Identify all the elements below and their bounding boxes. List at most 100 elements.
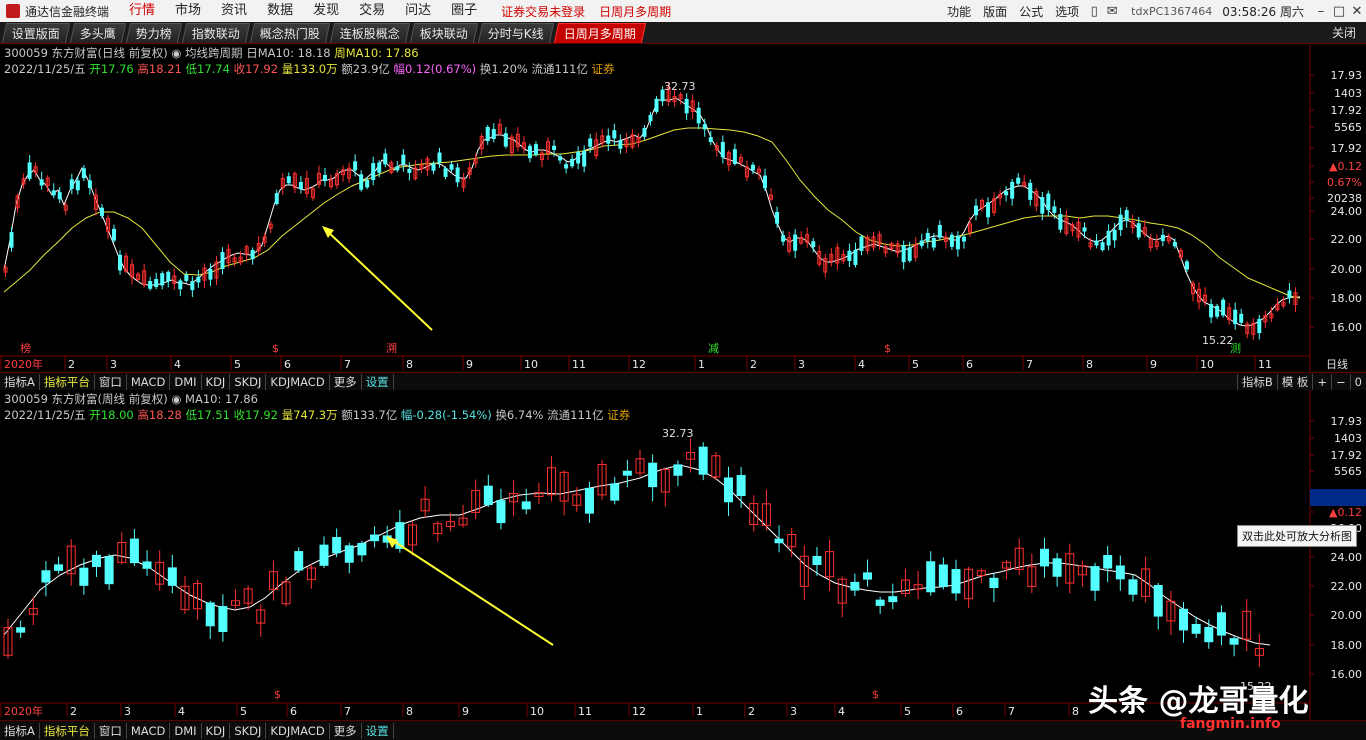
candle-body	[1039, 548, 1049, 567]
candle-body	[205, 602, 215, 627]
top-ind-more[interactable]: 更多	[330, 373, 362, 390]
zoom-in-button[interactable]: +	[1312, 373, 1331, 390]
top-ind-settings[interactable]: 设置	[362, 373, 394, 390]
date-label: 10	[524, 358, 538, 371]
date-label: 5	[234, 358, 241, 371]
candle-body	[359, 174, 364, 190]
bottom-ind-kdjmacd[interactable]: KDJMACD	[266, 722, 330, 739]
candle-body	[949, 234, 954, 247]
date-label: 12	[632, 358, 646, 371]
bottom-indicator-settings-icon[interactable]: ◉	[171, 392, 181, 406]
top-period-label[interactable]: 日线	[1326, 357, 1348, 371]
top-ind-dmi[interactable]: DMI	[170, 373, 202, 390]
top-ind-a[interactable]: 指标A	[0, 373, 40, 390]
price-axis-label: 24.00	[1331, 551, 1363, 564]
candle-body	[1191, 623, 1201, 634]
ind-b-button[interactable]: 指标B	[1236, 373, 1277, 390]
top-ind-platform[interactable]: 指标平台	[40, 373, 95, 390]
date-label: 8	[406, 358, 413, 371]
zoom-out-button[interactable]: −	[1331, 373, 1350, 390]
candle-body	[395, 166, 400, 171]
candle-body	[926, 561, 936, 593]
bottom-turnover: 换6.74%	[495, 408, 544, 422]
candle-body	[1046, 193, 1051, 211]
candle-body	[377, 162, 382, 173]
candle-body	[901, 245, 906, 263]
candle-body	[16, 627, 26, 633]
top-ind-skdj[interactable]: SKDJ	[230, 373, 267, 390]
date-label: 2	[68, 358, 75, 371]
weekly-candles	[3, 438, 1264, 667]
candle-body	[104, 556, 114, 585]
candle-body	[75, 180, 80, 191]
candle-body	[925, 232, 930, 242]
candle-body	[353, 161, 358, 171]
candle-body	[1010, 181, 1015, 199]
candle-body	[112, 228, 117, 241]
bottom-ind-kdj[interactable]: KDJ	[202, 722, 231, 739]
bottom-ind-window[interactable]: 窗口	[95, 722, 127, 739]
date-label: 6	[290, 705, 297, 718]
candle-body	[1179, 608, 1189, 631]
date-label: 3	[124, 705, 131, 718]
bottom-marker-2[interactable]: $	[872, 688, 879, 701]
candle-body	[811, 241, 816, 248]
template-button[interactable]: 模 板	[1276, 373, 1313, 390]
candle-body	[1160, 234, 1165, 242]
candle-body	[443, 168, 448, 177]
chart-canvas[interactable]: 17.93140317.92556517.92▲0.120.67%2023824…	[0, 0, 1366, 740]
candle-body	[1004, 191, 1009, 196]
bottom-ma-value: MA10: 17.86	[185, 392, 258, 406]
date-label: 11	[1258, 358, 1272, 371]
bottom-ind-platform[interactable]: 指标平台	[40, 722, 95, 739]
candle-body	[51, 190, 56, 196]
candle-body	[365, 180, 370, 188]
candle-body	[1124, 210, 1129, 221]
candle-body	[1082, 227, 1087, 232]
watermark: 头条 @龙哥量化	[1088, 684, 1309, 719]
top-ind-kdj[interactable]: KDJ	[202, 373, 231, 390]
top-marker-2[interactable]: $	[272, 342, 279, 355]
top-ind-macd[interactable]: MACD	[127, 373, 171, 390]
bottom-ind-settings[interactable]: 设置	[362, 722, 394, 739]
candle-body	[166, 271, 171, 282]
candle-body	[610, 483, 620, 501]
candle-body	[250, 250, 255, 260]
candle-body	[1184, 261, 1189, 270]
date-label: 8	[1086, 358, 1093, 371]
candle-body	[332, 537, 342, 554]
candle-body	[142, 561, 152, 569]
price-axis-label: 18.00	[1331, 292, 1363, 305]
top-marker-4[interactable]: 减	[708, 342, 719, 355]
top-marker-5[interactable]: $	[884, 342, 891, 355]
bottom-ind-a[interactable]: 指标A	[0, 722, 40, 739]
price-axis-label: 22.00	[1331, 233, 1363, 246]
top-ind-window[interactable]: 窗口	[95, 373, 127, 390]
date-label: 7	[344, 705, 351, 718]
bottom-ind-skdj[interactable]: SKDJ	[230, 722, 267, 739]
bottom-stock-name: 300059 东方财富(周线 前复权)	[4, 392, 168, 406]
candle-body	[961, 236, 966, 242]
candle-body	[196, 276, 201, 283]
bottom-marker-1[interactable]: $	[274, 688, 281, 701]
date-label: 11	[578, 705, 592, 718]
top-ind-kdjmacd[interactable]: KDJMACD	[266, 373, 330, 390]
candle-body	[720, 141, 725, 158]
top-marker-1[interactable]: 榜	[20, 341, 31, 355]
candle-body	[483, 485, 493, 505]
top-marker-3[interactable]: 溯	[386, 342, 397, 355]
top-marker-6[interactable]: 测	[1230, 342, 1241, 355]
zoom-tooltip[interactable]: 双击此处可放大分析图	[1237, 525, 1357, 547]
bottom-indicator-bar: 指标A 指标平台 窗口 MACD DMI KDJ SKDJ KDJMACD 更多…	[0, 720, 1366, 740]
bottom-ind-dmi[interactable]: DMI	[170, 722, 202, 739]
date-label: 4	[858, 358, 865, 371]
date-label: 11	[572, 358, 586, 371]
price-axis-label: 22.00	[1331, 580, 1363, 593]
bottom-ind-more[interactable]: 更多	[330, 722, 362, 739]
bottom-sector[interactable]: 证券	[607, 408, 630, 422]
date-label: 7	[344, 358, 351, 371]
candle-body	[938, 564, 948, 587]
top-date-axis: 2020年 2 3 4 5 6 7 8 9 10 11 12 1 2 3 4 5 6 7 8 9 10 11	[0, 356, 1272, 371]
bottom-ind-macd[interactable]: MACD	[127, 722, 171, 739]
reset-button[interactable]: 0	[1349, 373, 1366, 390]
